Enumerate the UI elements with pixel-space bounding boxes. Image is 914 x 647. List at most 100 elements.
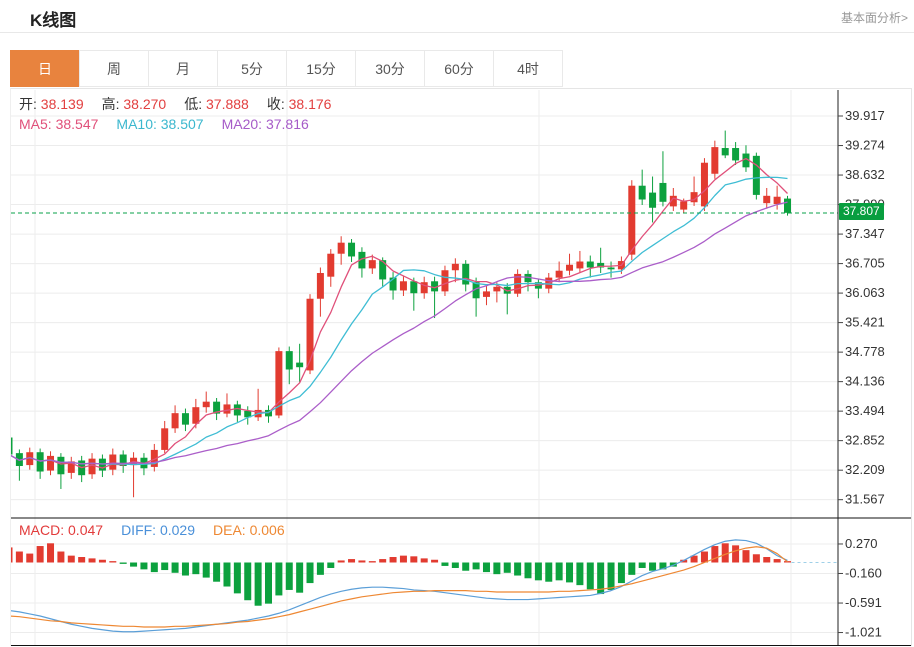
info-value: 37.888 xyxy=(202,96,249,112)
candle-body xyxy=(441,270,448,291)
macd-histogram-bar xyxy=(338,560,345,562)
info-value: 38.176 xyxy=(285,96,332,112)
macd-histogram-bar xyxy=(400,556,407,563)
price-axis-label: 37.347 xyxy=(845,226,885,241)
info-label: DIFF: xyxy=(121,522,156,538)
ma-row-item: MA20: 37.816 xyxy=(222,116,309,132)
candle-body xyxy=(369,260,376,268)
macd-histogram-bar xyxy=(130,563,137,567)
tab-interval-1[interactable]: 周 xyxy=(79,50,149,87)
macd-histogram-bar xyxy=(711,546,718,562)
info-label: 高: xyxy=(102,96,120,112)
chart-container: 39.91739.27438.63237.99037.34736.70536.0… xyxy=(10,88,912,646)
macd-histogram-bar xyxy=(161,563,168,571)
ohlc-info-row: 开: 38.139 高: 38.270 低: 37.888 收: 38.176 xyxy=(19,94,349,114)
candle-body xyxy=(659,183,666,202)
candle-body xyxy=(483,291,490,297)
candle-body xyxy=(11,438,13,455)
macd-histogram-bar xyxy=(78,557,85,562)
interval-tabs: 日周月5分15分30分60分4时 xyxy=(10,50,563,87)
macd-histogram-bar xyxy=(369,561,376,562)
price-axis-label: 36.705 xyxy=(845,256,885,271)
ma10-line xyxy=(11,177,788,464)
candle-body xyxy=(338,243,345,254)
macd-histogram-bar xyxy=(441,563,448,566)
candle-body xyxy=(172,413,179,428)
macd-histogram-bar xyxy=(732,545,739,562)
macd-histogram-bar xyxy=(172,563,179,573)
tab-interval-4[interactable]: 15分 xyxy=(286,50,356,87)
price-axis-label: 31.567 xyxy=(845,492,885,507)
macd-histogram-bar xyxy=(576,563,583,586)
macd-histogram-bar xyxy=(774,559,781,562)
candle-body xyxy=(774,197,781,204)
fundamental-analysis-link[interactable]: 基本面分析> xyxy=(841,9,908,26)
macd-histogram-bar xyxy=(556,563,563,581)
macd-histogram-bar xyxy=(410,556,417,562)
macd-histogram-bar xyxy=(379,559,386,562)
header-divider xyxy=(0,32,914,33)
macd-histogram-bar xyxy=(37,546,44,562)
macd-histogram-bar xyxy=(16,552,23,563)
candle-body xyxy=(192,407,199,424)
macd-axis-label: -1.021 xyxy=(845,625,882,640)
candle-body xyxy=(327,254,334,277)
macd-histogram-bar xyxy=(525,563,532,579)
candle-body xyxy=(452,264,459,270)
info-label: MA10: xyxy=(116,116,156,132)
candle-body xyxy=(493,287,500,292)
macd-histogram-bar xyxy=(483,563,490,573)
macd-histogram-bar xyxy=(535,563,542,581)
macd-histogram-bar xyxy=(566,563,573,583)
macd-histogram-bar xyxy=(120,563,127,564)
macd-row-item: DEA: 0.006 xyxy=(213,522,285,538)
macd-histogram-bar xyxy=(307,563,314,584)
info-value: 38.139 xyxy=(37,96,84,112)
tab-interval-3[interactable]: 5分 xyxy=(217,50,287,87)
tab-interval-2[interactable]: 月 xyxy=(148,50,218,87)
candle-body xyxy=(763,196,770,203)
ohlc-row-item: 低: 37.888 xyxy=(184,94,249,114)
candle-body xyxy=(462,264,469,285)
info-value: 38.547 xyxy=(52,116,99,132)
info-label: 开: xyxy=(19,96,37,112)
info-value: 38.270 xyxy=(120,96,167,112)
macd-histogram-bar xyxy=(649,563,656,571)
macd-histogram-bar xyxy=(753,554,760,562)
info-label: 收: xyxy=(267,96,285,112)
macd-info-row: MACD: 0.047DIFF: 0.029DEA: 0.006 xyxy=(19,522,303,538)
macd-histogram-bar xyxy=(68,556,75,563)
macd-histogram-bar xyxy=(431,560,438,563)
tab-interval-0[interactable]: 日 xyxy=(10,50,80,87)
price-axis-label: 36.063 xyxy=(845,285,885,300)
ma-row-item: MA5: 38.547 xyxy=(19,116,98,132)
tab-interval-6[interactable]: 60分 xyxy=(424,50,494,87)
ma-row-item: MA10: 38.507 xyxy=(116,116,203,132)
tab-interval-7[interactable]: 4时 xyxy=(493,50,563,87)
tab-interval-5[interactable]: 30分 xyxy=(355,50,425,87)
candle-body xyxy=(566,265,573,271)
macd-histogram-bar xyxy=(99,560,106,563)
macd-histogram-bar xyxy=(348,559,355,562)
macd-histogram-bar xyxy=(47,543,54,562)
macd-histogram-bar xyxy=(639,563,646,568)
candle-body xyxy=(37,452,44,471)
macd-histogram-bar xyxy=(514,563,521,576)
price-axis-label: 32.852 xyxy=(845,433,885,448)
info-label: DEA: xyxy=(213,522,246,538)
macd-histogram-bar xyxy=(545,563,552,582)
info-value: 0.006 xyxy=(246,522,285,538)
kline-chart-canvas[interactable]: 39.91739.27438.63237.99037.34736.70536.0… xyxy=(11,89,911,646)
candle-body xyxy=(753,156,760,195)
candle-body xyxy=(628,186,635,255)
macd-histogram-bar xyxy=(473,563,480,570)
ohlc-row-item: 高: 38.270 xyxy=(102,94,167,114)
macd-histogram-bar xyxy=(462,563,469,571)
macd-histogram-bar xyxy=(608,563,615,590)
macd-histogram-bar xyxy=(223,563,230,587)
info-label: MA5: xyxy=(19,116,52,132)
macd-histogram-bar xyxy=(701,552,708,563)
macd-histogram-bar xyxy=(244,563,251,601)
candle-body xyxy=(639,186,646,200)
macd-histogram-bar xyxy=(763,557,770,562)
